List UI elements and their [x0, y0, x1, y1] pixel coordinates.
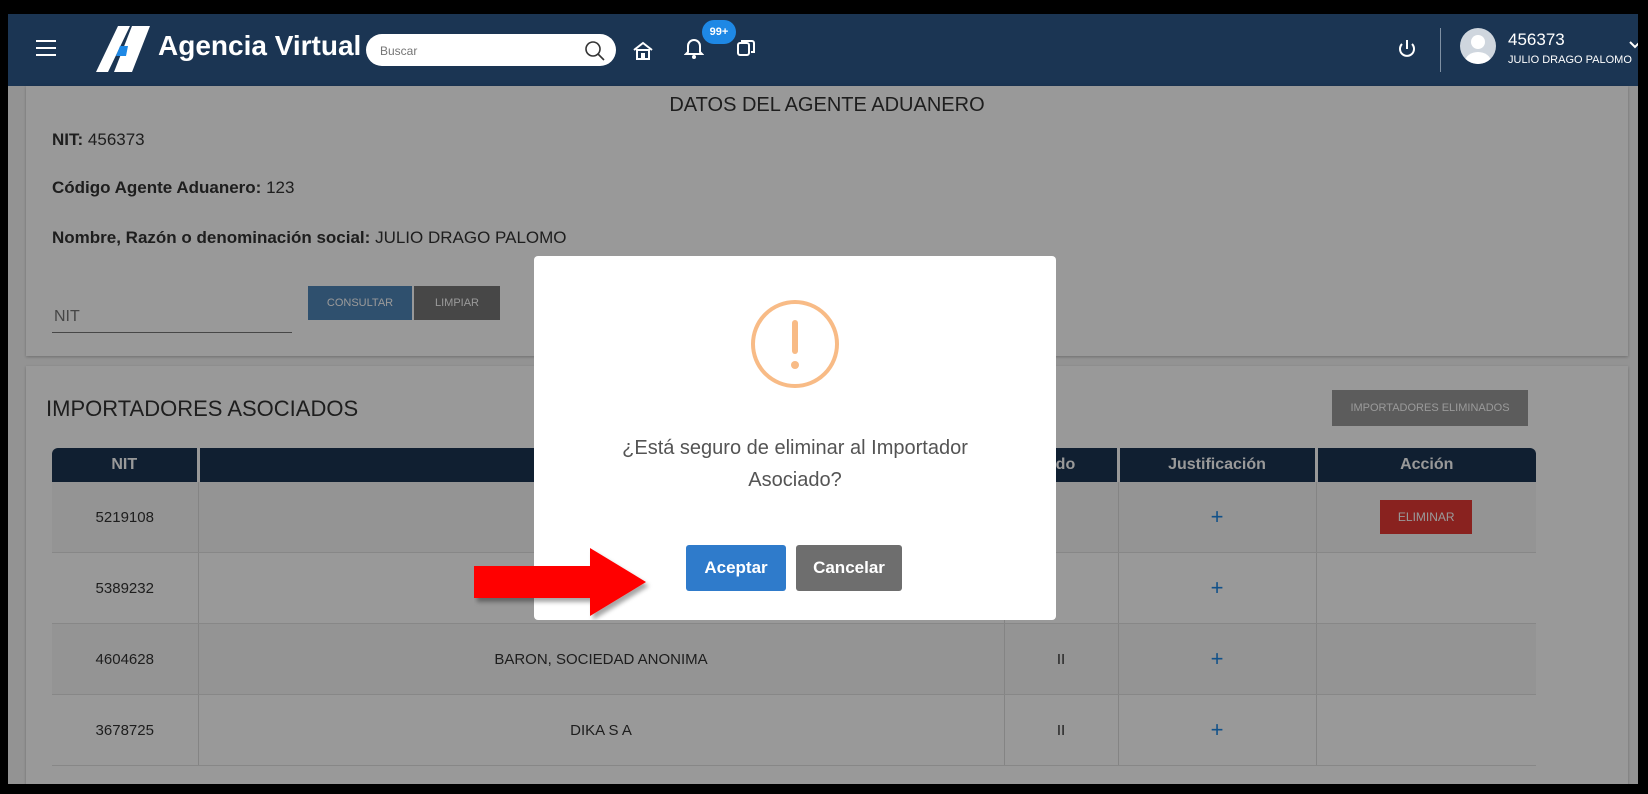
confirm-message: ¿Está seguro de eliminar al Importador A…: [622, 437, 968, 491]
user-avatar-icon: [1465, 35, 1491, 64]
accept-button[interactable]: Aceptar: [686, 545, 786, 591]
top-navbar: Agencia Virtual 99+: [8, 14, 1638, 86]
cancel-button[interactable]: Cancelar: [796, 545, 902, 591]
app-title: Agencia Virtual: [158, 30, 362, 61]
search-input[interactable]: [378, 40, 582, 62]
warning-icon: [751, 300, 839, 388]
menu-icon[interactable]: [36, 40, 56, 61]
app-window: Agencia Virtual 99+: [8, 14, 1638, 784]
avatar[interactable]: [1460, 28, 1496, 64]
header-divider: [1440, 28, 1441, 72]
bell-icon[interactable]: [684, 36, 704, 60]
search-icon[interactable]: [584, 40, 606, 62]
chevron-down-icon[interactable]: [1628, 40, 1638, 50]
home-icon[interactable]: [632, 40, 654, 62]
user-id[interactable]: 456373: [1508, 30, 1565, 50]
agencia-virtual-logo: [96, 26, 150, 72]
notification-badge[interactable]: 99+: [702, 20, 736, 44]
power-icon[interactable]: [1396, 38, 1418, 60]
windows-icon[interactable]: [736, 38, 756, 58]
user-name[interactable]: JULIO DRAGO PALOMO: [1508, 54, 1632, 66]
search-box: [366, 34, 616, 66]
red-arrow-icon: [474, 548, 646, 616]
